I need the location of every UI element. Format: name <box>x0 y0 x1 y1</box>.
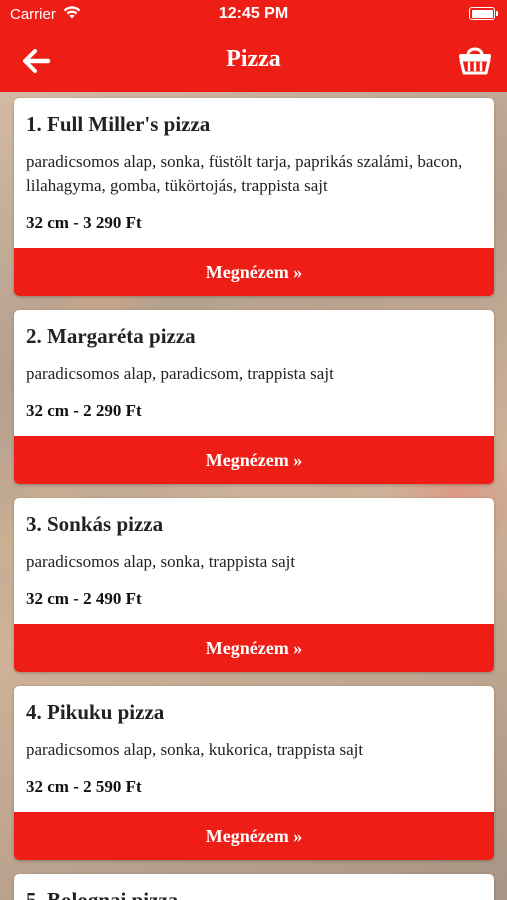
view-button[interactable]: Megnézem » <box>14 436 494 484</box>
app-header: Carrier 12:45 PM Pizza <box>0 0 507 92</box>
pizza-card-partial[interactable]: 5. Bolognai pizza <box>14 874 494 900</box>
basket-icon[interactable] <box>457 42 493 76</box>
pizza-card: 2. Margaréta pizza paradicsomos alap, pa… <box>14 310 494 484</box>
pizza-price: 32 cm - 2 490 Ft <box>26 589 142 608</box>
battery-icon <box>469 7 498 20</box>
view-button[interactable]: Megnézem » <box>14 248 494 296</box>
page-title: Pizza <box>226 46 281 72</box>
pizza-description: paradicsomos alap, sonka, kukorica, trap… <box>26 740 364 759</box>
pizza-price: 32 cm - 3 290 Ft <box>26 213 142 232</box>
pizza-list: 1. Full Miller's pizza paradicsomos alap… <box>14 98 494 900</box>
pizza-title: 3. Sonkás pizza <box>26 512 164 536</box>
pizza-title: 2. Margaréta pizza <box>26 324 196 348</box>
pizza-title: 1. Full Miller's pizza <box>26 112 211 136</box>
clock: 12:45 PM <box>218 5 289 22</box>
pizza-title: 4. Pikuku pizza <box>26 700 165 724</box>
pizza-description: paradicsomos alap, paradicsom, trappista… <box>26 364 334 383</box>
pizza-card: 4. Pikuku pizza paradicsomos alap, sonka… <box>14 686 494 860</box>
pizza-card: 1. Full Miller's pizza paradicsomos alap… <box>14 98 494 296</box>
pizza-description: paradicsomos alap, sonka, füstölt tarja,… <box>26 152 463 195</box>
view-button[interactable]: Megnézem » <box>14 624 494 672</box>
status-bar: Carrier 12:45 PM <box>0 0 507 30</box>
pizza-description: paradicsomos alap, sonka, trappista sajt <box>26 552 296 571</box>
pizza-price: 32 cm - 2 590 Ft <box>26 777 142 796</box>
view-button[interactable]: Megnézem » <box>14 812 494 860</box>
pizza-card: 3. Sonkás pizza paradicsomos alap, sonka… <box>14 498 494 672</box>
pizza-price: 32 cm - 2 290 Ft <box>26 401 142 420</box>
pizza-title: 5. Bolognai pizza <box>26 888 179 900</box>
